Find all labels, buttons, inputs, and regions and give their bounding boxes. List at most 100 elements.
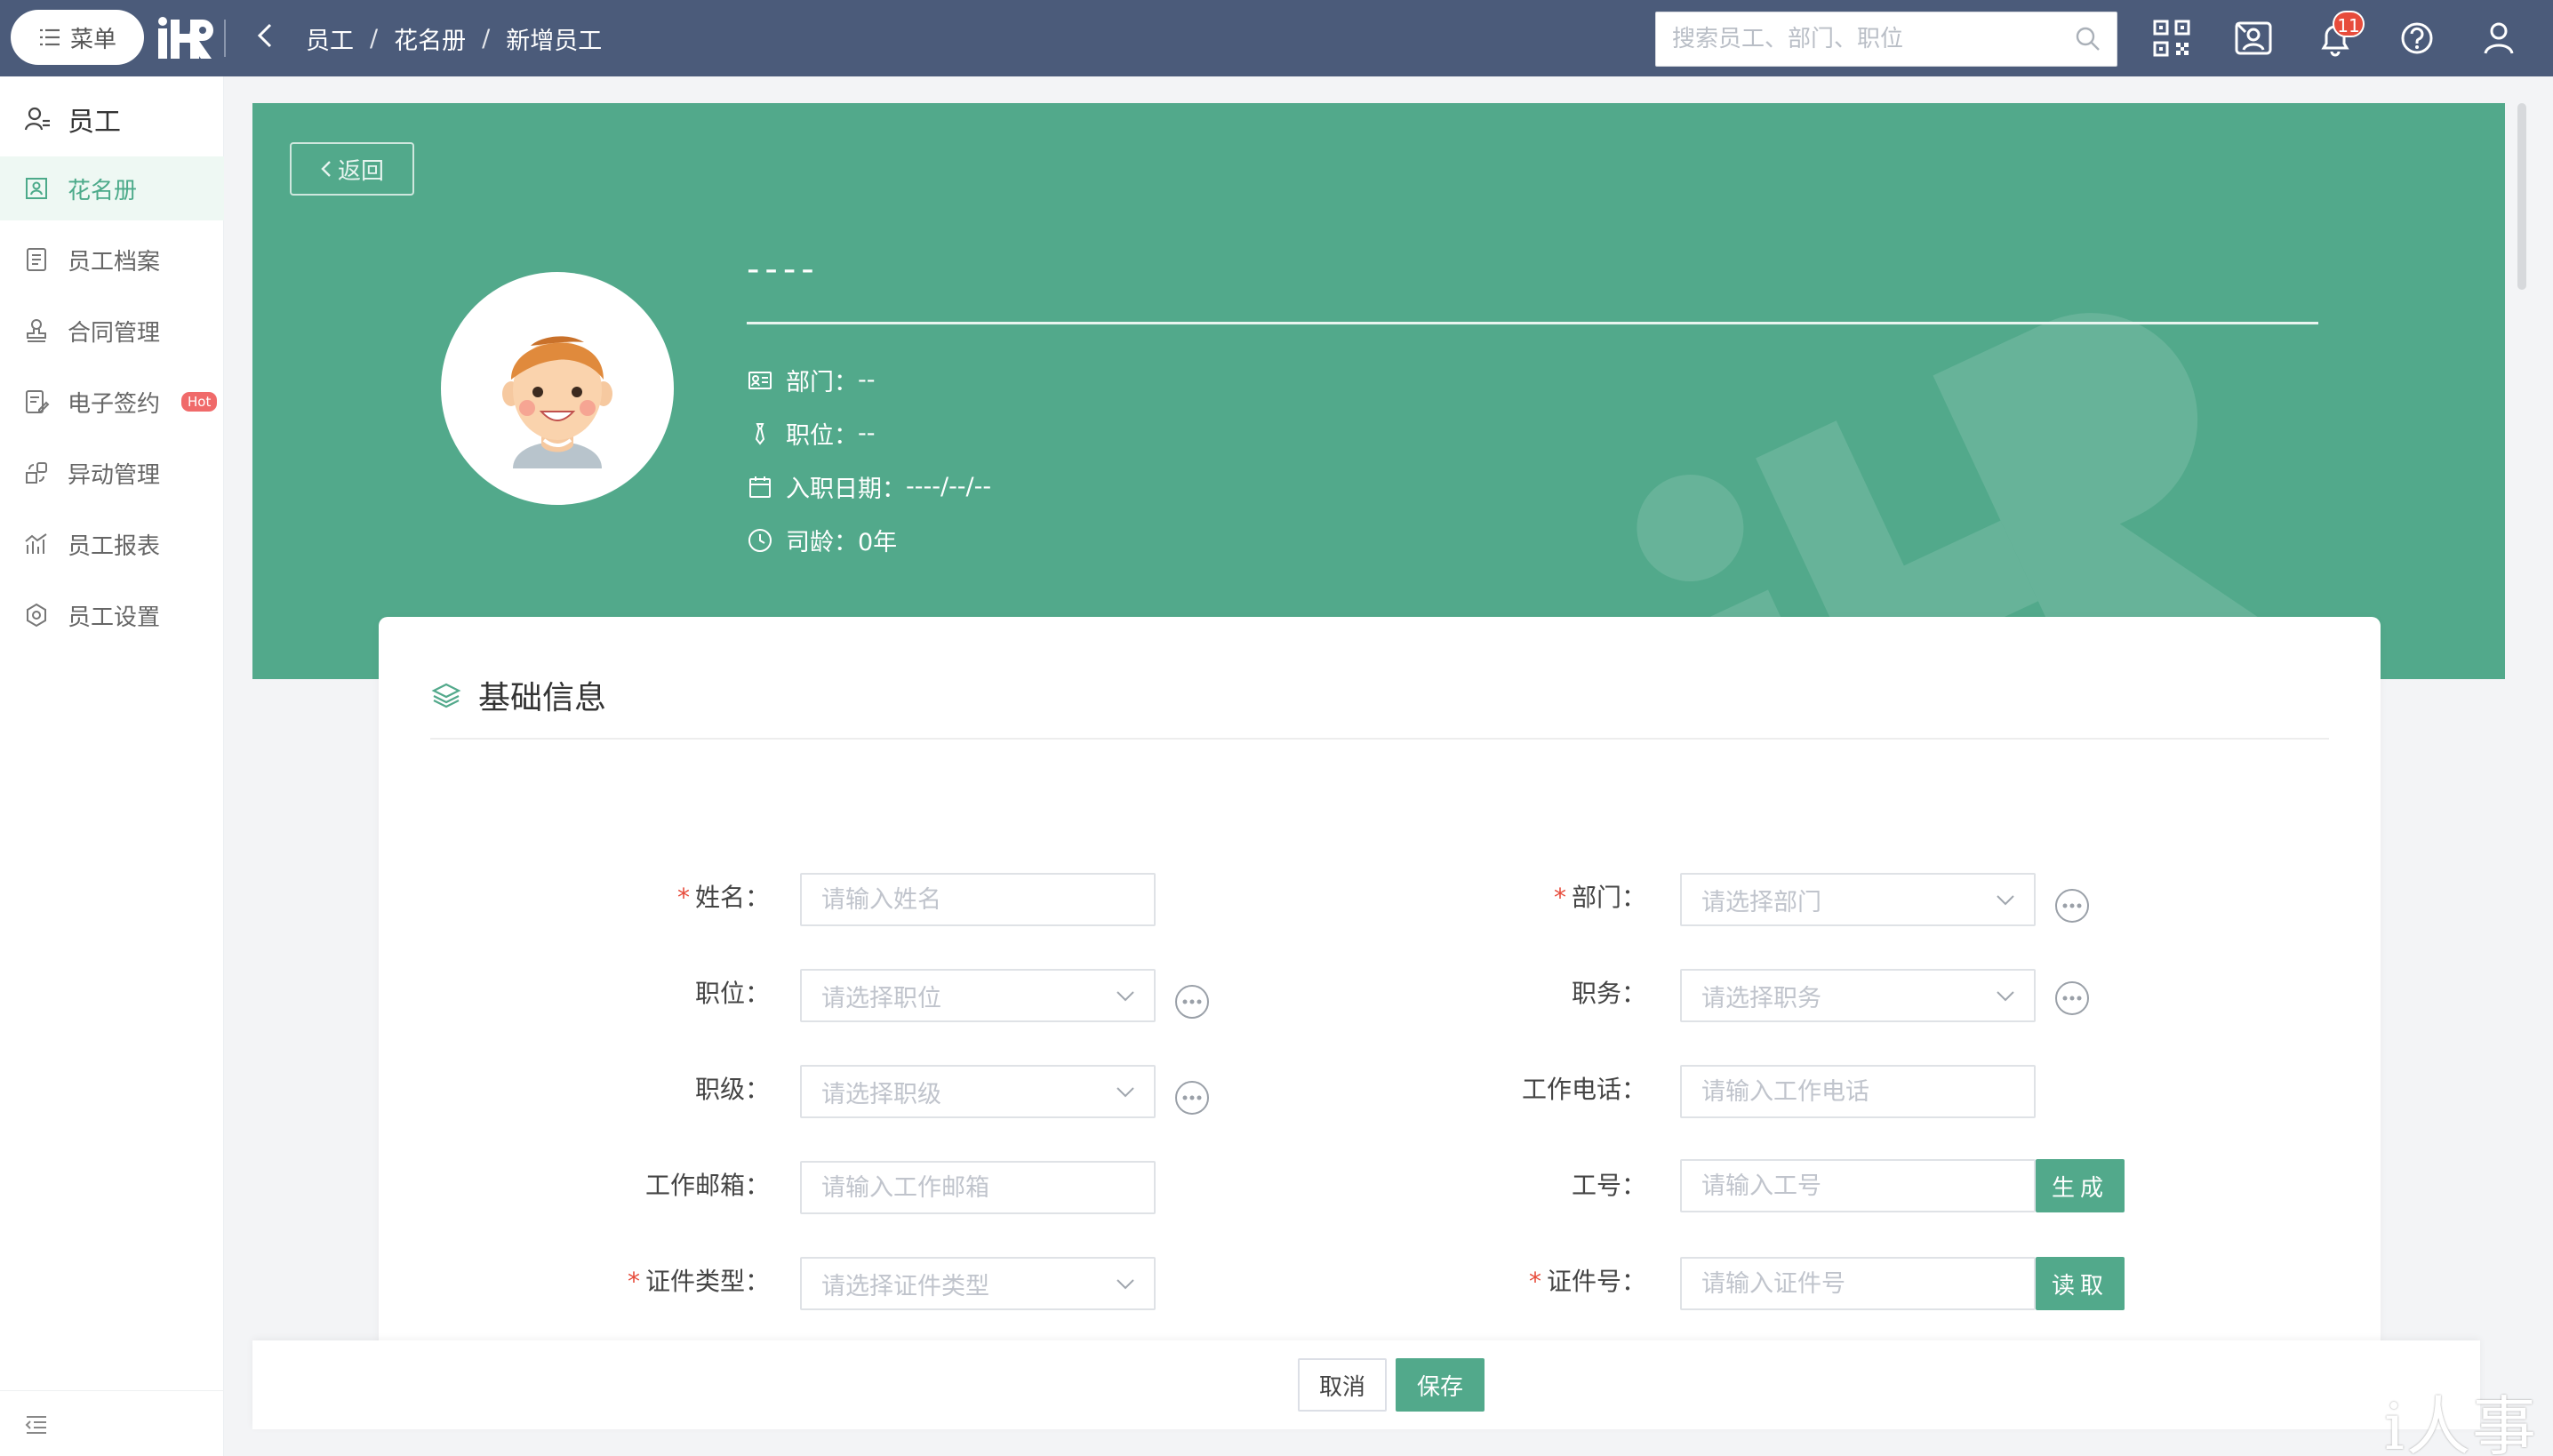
sidebar-header-label: 员工	[68, 107, 121, 138]
hire-date-info: 入职日期： ----/--/--	[747, 469, 991, 504]
department-select[interactable]: 请选择部门	[1680, 873, 2036, 926]
esign-icon	[26, 390, 50, 413]
rank-select[interactable]: 请选择职级	[800, 1065, 1156, 1118]
sidebar-item-transfers[interactable]: 异动管理	[0, 441, 224, 505]
calendar-icon	[749, 476, 771, 498]
name-input[interactable]	[800, 873, 1156, 926]
help-icon[interactable]	[2397, 18, 2437, 59]
position-field-label: 职位：	[694, 979, 770, 1008]
qr-code-icon[interactable]	[2151, 18, 2192, 59]
sidebar: 员工 花名册 员工档案 合同管理 电子签约 Hot 异动管理 员工报表 员工设置	[0, 76, 224, 1456]
duty-field-label: 职务：	[1571, 979, 1646, 1008]
sidebar-header: 员工	[0, 94, 224, 144]
id-no-input[interactable]	[1680, 1257, 2036, 1310]
basic-info-card: 基础信息 *姓名： *部门： 请选择部门 职位： 请选择职位 职务： 请选择职务…	[379, 617, 2381, 1353]
org-contacts-icon[interactable]	[2233, 18, 2274, 59]
position-more-icon[interactable]	[1173, 983, 1211, 1020]
tenure-value: 0年	[858, 529, 898, 556]
sidebar-item-contracts[interactable]: 合同管理	[0, 299, 224, 363]
clock-icon	[748, 528, 772, 552]
tenure-label: 司龄：	[786, 529, 858, 556]
sidebar-collapse-button[interactable]	[0, 1390, 224, 1456]
breadcrumb: 员工 / 花名册 / 新增员工	[306, 21, 602, 56]
chevron-down-icon	[1997, 991, 2014, 1002]
work-email-input[interactable]	[800, 1161, 1156, 1214]
search-input[interactable]	[1656, 12, 2047, 66]
id-type-select[interactable]: 请选择证件类型	[800, 1257, 1156, 1310]
department-info: 部门： --	[747, 363, 876, 397]
sidebar-item-employee-files[interactable]: 员工档案	[0, 228, 224, 292]
section-title: 基础信息	[430, 672, 606, 718]
topbar-divider	[224, 20, 226, 57]
menu-label: 菜单	[69, 26, 116, 53]
menu-button[interactable]: 菜单	[11, 10, 144, 65]
required-mark: *	[1553, 883, 1566, 912]
department-field-label: * 部门：	[1553, 883, 1646, 912]
tie-icon	[755, 422, 765, 445]
roster-icon	[26, 178, 47, 199]
search-icon[interactable]	[2074, 25, 2102, 53]
id-no-field-label: * 证件号：	[1528, 1267, 1646, 1296]
back-button[interactable]: 返回	[290, 142, 414, 196]
top-bar: 菜单 员工 / 花名册 / 新增员工 11	[0, 0, 2553, 76]
employee-icon	[24, 107, 50, 131]
department-more-icon[interactable]	[2053, 887, 2091, 924]
generate-employee-no-button[interactable]: 生成	[2036, 1159, 2125, 1212]
form-footer: 取消 保存	[252, 1340, 2480, 1429]
settings-icon	[27, 603, 46, 628]
position-select[interactable]: 请选择职位	[800, 969, 1156, 1022]
back-button-label: 返回	[337, 157, 384, 185]
ihr-logo	[158, 17, 213, 59]
scrollbar-thumb[interactable]	[2517, 103, 2526, 290]
user-icon[interactable]	[2478, 18, 2519, 59]
sidebar-item-label: 员工档案	[68, 248, 161, 276]
sidebar-item-label: 合同管理	[68, 319, 161, 347]
section-divider	[430, 738, 2329, 740]
file-icon	[27, 248, 46, 271]
transfer-icon	[26, 462, 47, 484]
name-field-label: * 姓名：	[676, 883, 770, 912]
department-value: --	[858, 366, 876, 394]
sidebar-item-esign[interactable]: 电子签约 Hot	[0, 370, 224, 434]
hire-date-label: 入职日期：	[786, 476, 906, 503]
chevron-left-icon	[321, 161, 331, 177]
hot-badge: Hot	[181, 392, 218, 412]
duty-more-icon[interactable]	[2053, 980, 2091, 1017]
sidebar-item-roster[interactable]: 花名册	[0, 156, 224, 220]
employee-no-field-label: 工号：	[1571, 1171, 1646, 1200]
boy-avatar-icon	[502, 336, 612, 468]
tenure-info: 司龄： 0年	[747, 523, 897, 557]
employee-no-input[interactable]	[1680, 1159, 2036, 1212]
position-info: 职位： --	[747, 416, 876, 451]
required-mark: *	[676, 883, 690, 912]
cancel-button[interactable]: 取消	[1298, 1358, 1387, 1412]
sidebar-item-reports[interactable]: 员工报表	[0, 512, 224, 576]
position-label: 职位：	[786, 422, 858, 450]
search-box	[1655, 12, 2117, 67]
work-email-field-label: 工作邮箱：	[644, 1171, 770, 1200]
save-button[interactable]: 保存	[1396, 1358, 1485, 1412]
back-chevron-icon[interactable]	[254, 20, 276, 59]
employee-name: ----	[747, 249, 820, 290]
rank-more-icon[interactable]	[1173, 1079, 1211, 1116]
section-title-label: 基础信息	[478, 680, 607, 716]
sidebar-item-label: 员工报表	[68, 532, 161, 560]
work-phone-input[interactable]	[1680, 1065, 2036, 1118]
avatar[interactable]	[441, 272, 674, 505]
notification-count-badge: 11	[2333, 11, 2365, 37]
chart-icon	[25, 533, 47, 554]
required-mark: *	[1528, 1267, 1541, 1296]
rank-field-label: 职级：	[694, 1075, 770, 1104]
chevron-down-icon	[1997, 895, 2014, 906]
id-card-icon	[748, 371, 772, 389]
employee-header-banner: 返回 ---- 部门： -- 职位： -- 入职日期： ----/--/-- 司…	[252, 103, 2505, 679]
sidebar-item-settings[interactable]: 员工设置	[0, 583, 224, 647]
stamp-icon	[27, 319, 46, 342]
chevron-down-icon	[1116, 991, 1134, 1002]
breadcrumb-employee[interactable]: 员工	[306, 21, 354, 56]
read-id-button[interactable]: 读取	[2036, 1257, 2125, 1310]
duty-select[interactable]: 请选择职务	[1680, 969, 2036, 1022]
position-value: --	[858, 420, 876, 447]
breadcrumb-roster[interactable]: 花名册	[394, 21, 466, 56]
sidebar-item-label: 电子签约	[68, 390, 161, 418]
